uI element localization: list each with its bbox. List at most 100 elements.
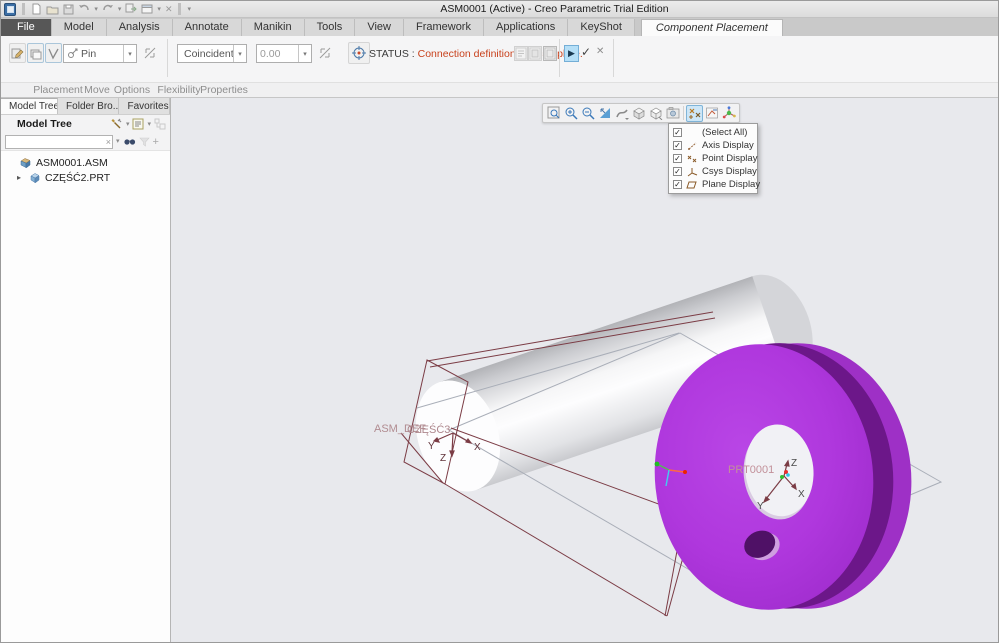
constraint-type-dropdown-icon[interactable]: ▾ bbox=[233, 45, 246, 62]
display-style-icon[interactable] bbox=[630, 105, 647, 122]
tab-model-tree-label: Model Tree bbox=[9, 101, 58, 112]
3d-scene: ASM_DEF CZĘŚĆ3 X Y Z bbox=[171, 98, 998, 643]
axis-label-y: Y bbox=[428, 441, 435, 452]
tab-folder-browser[interactable]: Folder Bro... bbox=[58, 98, 119, 114]
cancel-button[interactable]: ✕ bbox=[596, 46, 604, 57]
ribbon: Pin ▾ Coincident ▾ 0.00 ▾ STATUS : Conne… bbox=[1, 36, 998, 83]
predefined-constraints-button[interactable] bbox=[45, 43, 62, 63]
refit-icon[interactable] bbox=[596, 105, 613, 122]
placement-status-button[interactable] bbox=[348, 42, 370, 64]
menu-item-label: Plane Display bbox=[702, 179, 760, 190]
axis-label-x: X bbox=[474, 442, 481, 453]
tab-framework[interactable]: Framework bbox=[404, 19, 484, 36]
app-icon[interactable] bbox=[4, 3, 16, 16]
constraint-type-combo[interactable]: Coincident ▾ bbox=[177, 44, 247, 63]
tab-applications[interactable]: Applications bbox=[484, 19, 568, 36]
navigator-tabs: Model Tree Folder Bro... Favorites bbox=[1, 98, 170, 115]
saved-orientations-icon[interactable] bbox=[647, 105, 664, 122]
undo-icon[interactable] bbox=[78, 4, 90, 14]
tab-favorites[interactable]: Favorites bbox=[119, 98, 170, 114]
tree-search-input[interactable] bbox=[6, 136, 112, 148]
tab-annotate[interactable]: Annotate bbox=[173, 19, 242, 36]
find-icon[interactable] bbox=[123, 137, 136, 147]
tab-model-tree[interactable]: Model Tree bbox=[1, 98, 58, 114]
menu-item-plane-display[interactable]: ✓ Plane Display bbox=[669, 178, 757, 191]
tab-model[interactable]: Model bbox=[52, 19, 107, 36]
ribbon-tab-bar: File Model Analysis Annotate Manikin Too… bbox=[1, 18, 998, 36]
undo-dropdown-icon[interactable]: ▾ bbox=[94, 6, 98, 13]
dashboard-tabs: Placement Move Options Flexibility Prope… bbox=[1, 83, 998, 98]
subtab-properties[interactable]: Properties bbox=[200, 84, 248, 96]
connection-type-value: Pin bbox=[81, 48, 96, 60]
show-dragger-icon[interactable] bbox=[514, 46, 528, 61]
graphics-area[interactable]: ASM_DEF CZĘŚĆ3 X Y Z bbox=[171, 98, 998, 643]
pin-icon bbox=[67, 48, 78, 59]
search-dropdown-icon[interactable]: ▾ bbox=[116, 138, 120, 145]
3d-dragger-toggle-icon[interactable] bbox=[528, 46, 542, 61]
checkbox-checked[interactable]: ✓ bbox=[673, 154, 682, 163]
tree-tools-icon[interactable] bbox=[110, 118, 123, 130]
menu-item-axis-display[interactable]: ✓ Axis Display bbox=[669, 139, 757, 152]
tab-manikin[interactable]: Manikin bbox=[242, 19, 305, 36]
new-file-icon[interactable] bbox=[31, 3, 42, 15]
regenerate-icon[interactable] bbox=[125, 3, 137, 15]
zoom-in-icon[interactable] bbox=[562, 105, 579, 122]
tab-analysis[interactable]: Analysis bbox=[107, 19, 173, 36]
view-manager-icon[interactable] bbox=[664, 105, 681, 122]
zoom-out-icon[interactable] bbox=[579, 105, 596, 122]
tree-tools-dropdown-icon[interactable]: ▾ bbox=[126, 121, 130, 128]
tab-tools[interactable]: Tools bbox=[305, 19, 356, 36]
manual-placement-button[interactable] bbox=[27, 43, 44, 63]
menu-item-select-all[interactable]: ✓ (Select All) bbox=[669, 126, 757, 139]
menu-item-csys-display[interactable]: ✓ Csys Display bbox=[669, 165, 757, 178]
tab-view[interactable]: View bbox=[355, 19, 404, 36]
save-icon[interactable] bbox=[63, 4, 74, 15]
render-style-icon[interactable] bbox=[613, 105, 630, 122]
tab-file[interactable]: File bbox=[1, 19, 52, 36]
menu-item-label: Point Display bbox=[702, 153, 757, 164]
tab-folder-browser-label: Folder Bro... bbox=[66, 101, 119, 112]
tree-item-assembly[interactable]: ASM0001.ASM bbox=[1, 155, 170, 170]
offset-combo[interactable]: 0.00 ▾ bbox=[256, 44, 312, 63]
windows-icon[interactable] bbox=[141, 4, 153, 14]
offset-dropdown-icon[interactable]: ▾ bbox=[298, 45, 311, 62]
tree-view-dropdown-icon[interactable]: ▾ bbox=[147, 121, 151, 128]
tab-keyshot[interactable]: KeyShot bbox=[568, 19, 635, 36]
datum-display-filters-icon[interactable] bbox=[686, 105, 703, 122]
tree-view-options-icon[interactable] bbox=[132, 118, 144, 130]
flip-constraint-icon[interactable] bbox=[318, 46, 332, 65]
windows-dropdown-icon[interactable]: ▾ bbox=[157, 6, 161, 13]
toolbar-divider bbox=[683, 106, 684, 120]
checkbox-checked[interactable]: ✓ bbox=[673, 128, 682, 137]
dashboard-panel-icon[interactable] bbox=[543, 46, 557, 61]
resume-button[interactable]: ▶ bbox=[564, 45, 579, 62]
checkbox-checked[interactable]: ✓ bbox=[673, 167, 682, 176]
tree-item-part[interactable]: ▸ CZĘŚĆ2.PRT bbox=[1, 170, 170, 185]
tab-favorites-label: Favorites bbox=[127, 101, 168, 112]
connection-type-dropdown-icon[interactable]: ▾ bbox=[123, 45, 136, 62]
tab-component-placement[interactable]: Component Placement bbox=[641, 19, 783, 36]
redo-icon[interactable] bbox=[102, 4, 114, 14]
search-clear-icon[interactable]: × bbox=[106, 136, 111, 149]
spin-center-icon[interactable] bbox=[720, 105, 737, 122]
subtab-options[interactable]: Options bbox=[114, 84, 150, 96]
status-label: STATUS : bbox=[369, 48, 415, 60]
zoom-region-icon[interactable] bbox=[545, 105, 562, 122]
open-icon[interactable] bbox=[46, 4, 59, 15]
subtab-move[interactable]: Move bbox=[84, 84, 110, 96]
connection-type-combo[interactable]: Pin ▾ bbox=[63, 44, 137, 63]
edit-definition-button[interactable] bbox=[9, 43, 26, 63]
divider bbox=[22, 3, 25, 15]
subtab-flexibility[interactable]: Flexibility bbox=[157, 84, 200, 96]
menu-item-point-display[interactable]: ✓ Point Display bbox=[669, 152, 757, 165]
expand-icon[interactable]: ▸ bbox=[17, 173, 25, 182]
redo-dropdown-icon[interactable]: ▾ bbox=[118, 6, 122, 13]
menu-item-label: Csys Display bbox=[702, 166, 757, 177]
checkbox-checked[interactable]: ✓ bbox=[673, 141, 682, 150]
accept-button[interactable]: ✓ bbox=[581, 45, 591, 59]
annotation-display-icon[interactable] bbox=[703, 105, 720, 122]
checkbox-checked[interactable]: ✓ bbox=[673, 180, 682, 189]
close-window-icon[interactable]: ✕ bbox=[165, 4, 173, 15]
flip-connections-icon[interactable] bbox=[143, 46, 157, 65]
subtab-placement[interactable]: Placement bbox=[33, 84, 83, 96]
